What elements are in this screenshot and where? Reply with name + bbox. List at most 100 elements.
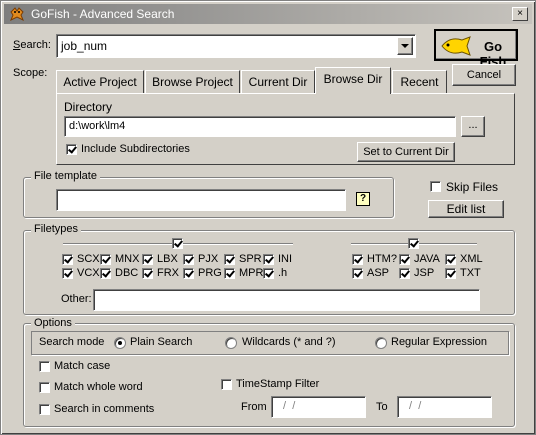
browse-dir-panel: Directory d:\work\lm4 ... Include Subdir… [56, 93, 515, 165]
cancel-button[interactable]: Cancel [452, 64, 516, 86]
help-icon[interactable]: ? [356, 192, 370, 206]
filetype-scx-checkbox[interactable] [62, 254, 73, 265]
filetype-vcx-label: VCX [77, 267, 100, 279]
scope-label: Scope: [13, 67, 48, 79]
to-date-value: / / [406, 400, 422, 412]
other-filetypes-input[interactable] [93, 289, 480, 311]
browse-directory-button[interactable]: ... [461, 116, 485, 137]
edit-list-label: Edit list [446, 202, 486, 216]
title-bar[interactable]: GoFish - Advanced Search × [4, 4, 532, 24]
ellipsis-icon: ... [468, 119, 478, 131]
filetype-jsp-label: JSP [414, 267, 435, 279]
search-in-comments-checkbox[interactable] [39, 404, 50, 415]
search-label: Search: [13, 39, 51, 51]
filetype-dbc-checkbox[interactable] [100, 268, 111, 279]
include-subdirectories-label: Include Subdirectories [81, 143, 190, 155]
filetype-ini-checkbox[interactable] [263, 254, 274, 265]
chevron-down-icon [401, 44, 409, 48]
filetype-pjx-label: PJX [198, 253, 219, 265]
help-glyph: ? [359, 193, 367, 204]
directory-value: d:\work\lm4 [69, 120, 126, 132]
file-template-label: File template [31, 170, 100, 182]
filetype-jsp-checkbox[interactable] [399, 268, 410, 279]
regular-expression-label: Regular Expression [391, 336, 487, 348]
tab-current-dir[interactable]: Current Dir [241, 70, 315, 94]
skip-files-label: Skip Files [446, 180, 499, 194]
close-button[interactable]: × [512, 7, 528, 21]
filetype-vcx-checkbox[interactable] [62, 268, 73, 279]
include-subdirectories-checkbox[interactable] [66, 144, 77, 155]
filetype-asp-checkbox[interactable] [352, 268, 363, 279]
filetype-frx-checkbox[interactable] [142, 268, 153, 279]
go-fish-button[interactable]: Go Fish [434, 29, 518, 69]
filetype-xml-label: XML [460, 253, 483, 265]
plain-search-radio[interactable] [114, 337, 126, 349]
from-label: From [241, 401, 267, 413]
search-dropdown-button[interactable] [397, 37, 413, 55]
options-label: Options [31, 317, 75, 329]
filetype-xml-checkbox[interactable] [445, 254, 456, 265]
gofish-app-icon [10, 7, 24, 22]
filetype-txt-label: TXT [460, 267, 481, 279]
filetype-mpr-label: MPR [239, 267, 264, 279]
filetype-txt-checkbox[interactable] [445, 268, 456, 279]
filetype-ini-label: INI [278, 253, 293, 265]
regular-expression-radio[interactable] [375, 337, 387, 349]
plain-search-label: Plain Search [130, 336, 193, 348]
filetype-frx-label: FRX [157, 267, 179, 279]
filetype-pjx-checkbox[interactable] [183, 254, 194, 265]
filetype-lbx-label: LBX [157, 253, 178, 265]
window-title: GoFish - Advanced Search [31, 7, 175, 21]
to-date-input[interactable]: / / [397, 396, 492, 418]
filetype-group1-all-checkbox[interactable] [172, 238, 183, 249]
from-date-input[interactable]: / / [271, 396, 366, 418]
search-mode-label: Search mode [39, 336, 105, 348]
wildcards-radio[interactable] [225, 337, 237, 349]
filetype-spr-label: SPR [239, 253, 262, 265]
filetype-h-label: .h [278, 267, 288, 279]
filetype-asp-label: ASP [367, 267, 390, 279]
filetype-scx-label: SCX [77, 253, 100, 265]
other-filetypes-label: Other: [61, 293, 92, 305]
advanced-search-window: GoFish - Advanced Search × Search: job_n… [0, 0, 536, 435]
directory-input[interactable]: d:\work\lm4 [64, 116, 456, 137]
tab-active-project[interactable]: Active Project [56, 70, 144, 94]
close-icon: × [517, 8, 523, 19]
timestamp-filter-checkbox[interactable] [221, 379, 232, 390]
from-date-value: / / [280, 400, 296, 412]
filetype-java-checkbox[interactable] [399, 254, 410, 265]
filetype-spr-checkbox[interactable] [224, 254, 235, 265]
filetype-dbc-label: DBC [115, 267, 139, 279]
filetype-mpr-checkbox[interactable] [224, 268, 235, 279]
to-label: To [376, 401, 388, 413]
file-template-input[interactable] [56, 189, 346, 211]
skip-files-checkbox[interactable] [430, 181, 441, 192]
timestamp-filter-label: TimeStamp Filter [236, 378, 320, 390]
set-to-current-dir-label: Set to Current Dir [363, 146, 449, 158]
filetype-htm-checkbox[interactable] [352, 254, 363, 265]
match-whole-word-label: Match whole word [54, 381, 143, 393]
filetype-mnx-checkbox[interactable] [100, 254, 111, 265]
match-case-label: Match case [54, 360, 111, 372]
filetype-lbx-checkbox[interactable] [142, 254, 153, 265]
fish-icon [441, 36, 471, 56]
tab-browse-project[interactable]: Browse Project [145, 70, 240, 94]
match-whole-word-checkbox[interactable] [39, 382, 50, 393]
search-in-comments-label: Search in comments [54, 403, 155, 415]
search-combobox[interactable]: job_num [56, 34, 416, 58]
filetype-group2-all-checkbox[interactable] [408, 238, 419, 249]
tab-browse-dir[interactable]: Browse Dir [315, 67, 391, 94]
match-case-checkbox[interactable] [39, 361, 50, 372]
cancel-label: Cancel [466, 69, 502, 81]
tab-recent[interactable]: Recent [392, 70, 447, 94]
filetype-htm-label: HTM? [367, 253, 397, 265]
filetype-prg-checkbox[interactable] [183, 268, 194, 279]
filetypes-label: Filetypes [31, 223, 82, 235]
set-to-current-dir-button[interactable]: Set to Current Dir [357, 142, 455, 162]
wildcards-label: Wildcards (* and ?) [242, 336, 336, 348]
filetype-prg-label: PRG [198, 267, 222, 279]
filetype-h-checkbox[interactable] [263, 268, 274, 279]
search-input[interactable]: job_num [61, 39, 107, 53]
edit-list-button[interactable]: Edit list [428, 200, 504, 218]
filetype-java-label: JAVA [414, 253, 440, 265]
